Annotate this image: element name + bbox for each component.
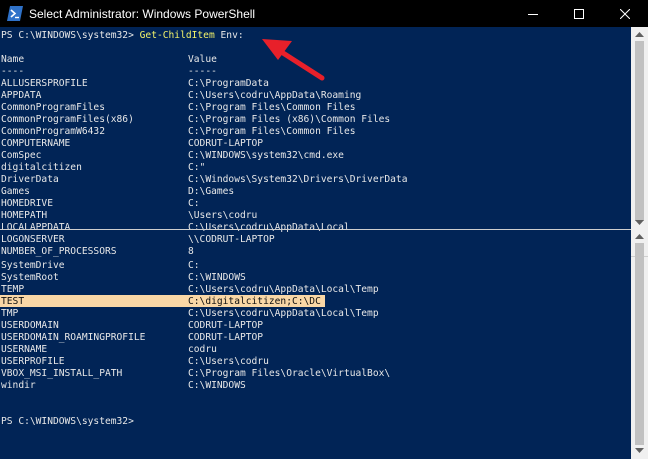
- red-arrow-icon: [262, 39, 325, 81]
- powershell-window: Select Administrator: Windows PowerShell…: [0, 0, 648, 459]
